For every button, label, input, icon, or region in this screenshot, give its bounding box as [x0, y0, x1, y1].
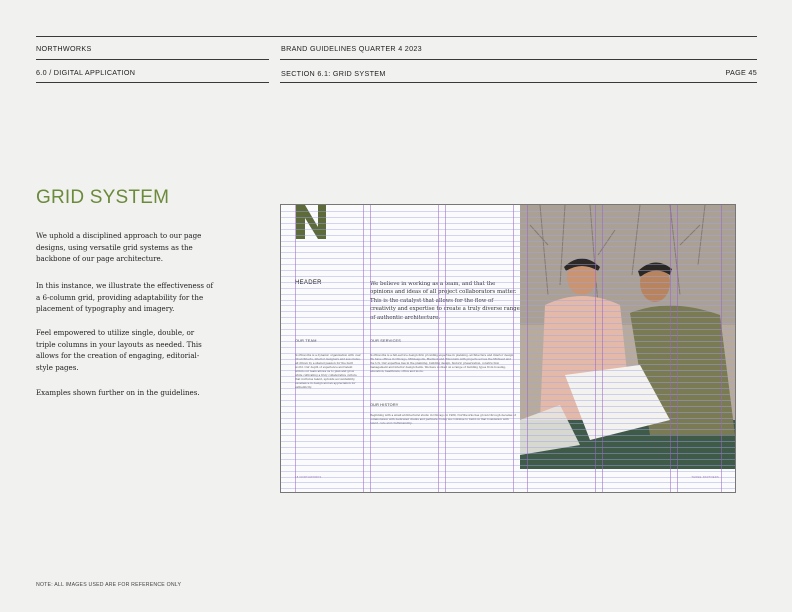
spread-footer-left: 18 NORTHWORKS: [295, 476, 322, 479]
header-rule-bottom-left: [36, 82, 269, 83]
section-label: SECTION 6.1: GRID SYSTEM: [281, 69, 386, 78]
spread-our-services-text: Northworks is a full-service design firm…: [370, 353, 515, 373]
body-paragraph-2: In this instance, we illustrate the effe…: [36, 281, 214, 314]
spread-left-page: HEADER We believe in working as a team, …: [281, 205, 520, 492]
header-rule-top: [36, 36, 757, 37]
grid-example-spread: HEADER We believe in working as a team, …: [280, 204, 736, 493]
header-rule-mid-left: [36, 59, 269, 60]
spread-intro-text: We believe in working as a team, and tha…: [370, 281, 520, 321]
spread-header-label: HEADER: [295, 280, 322, 286]
reference-note: NOTE: ALL IMAGES USED ARE FOR REFERENCE …: [36, 582, 182, 588]
header-rule-mid-right: [280, 59, 757, 60]
body-paragraph-4: Examples shown further on in the guideli…: [36, 388, 200, 397]
body-paragraph-3: Feel empowered to utilize single, double…: [36, 328, 202, 372]
team-photo: [520, 205, 735, 469]
chapter-label: 6.0 / DIGITAL APPLICATION: [36, 68, 136, 77]
spread-our-history-label: OUR HISTORY: [370, 403, 399, 407]
spread-our-team-label: OUR TEAM: [295, 339, 317, 343]
spread-right-footer-area: THREE PARTNERS: [520, 469, 735, 492]
page-number: PAGE 45: [725, 68, 757, 77]
header-rule-bottom-right: [280, 82, 757, 83]
document-title: BRAND GUIDELINES QUARTER 4 2023: [281, 44, 422, 53]
spread-our-team-text: Northworks is a dynamic organization wit…: [295, 353, 361, 389]
spread-our-history-text: Beginning with a small architectural stu…: [370, 413, 516, 425]
brand-name: NORTHWORKS: [36, 44, 92, 53]
northworks-logo-icon: [296, 205, 326, 239]
spread-footer-right: THREE PARTNERS: [691, 476, 719, 479]
team-photo-illustration: [520, 205, 735, 469]
spread-our-services-label: OUR SERVICES: [370, 339, 402, 343]
page-title: GRID SYSTEM: [36, 187, 170, 208]
body-paragraph-1: We uphold a disciplined approach to our …: [36, 231, 202, 264]
